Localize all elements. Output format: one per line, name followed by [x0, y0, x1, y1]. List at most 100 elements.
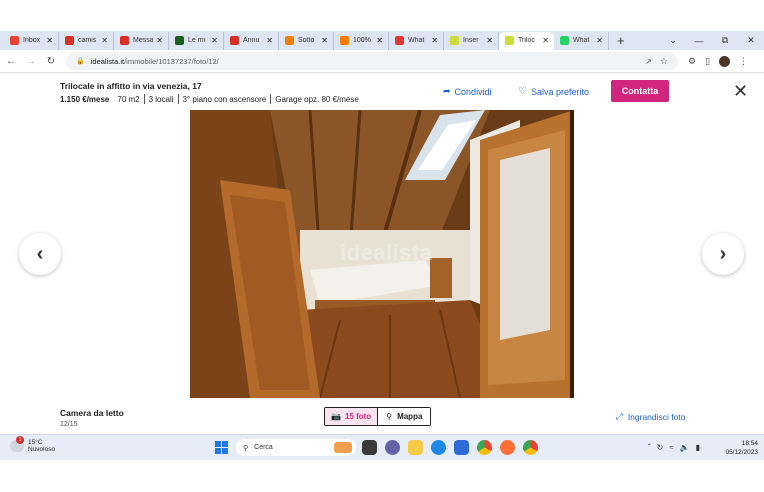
- browser-tab[interactable]: Le mi ✕: [169, 31, 224, 50]
- heart-icon: ♡: [518, 86, 527, 97]
- tab-close-icon[interactable]: ✕: [542, 36, 549, 45]
- weather-condition: Nuvoloso: [28, 446, 56, 453]
- forward-icon[interactable]: →: [22, 56, 40, 67]
- listing-price: 1.150 €/mese: [60, 94, 110, 104]
- store-icon[interactable]: [454, 440, 469, 455]
- tab-label: Inser: [463, 37, 479, 44]
- tab-close-icon[interactable]: ✕: [101, 36, 108, 45]
- taskbar-apps: [362, 440, 538, 455]
- browser-tab[interactable]: Sotto ✕: [279, 31, 334, 50]
- browser-tab[interactable]: Inbox ✕: [4, 31, 59, 50]
- browser-tab[interactable]: Messa ✕: [114, 31, 169, 50]
- chrome-icon[interactable]: [477, 440, 492, 455]
- listing-title[interactable]: Trilocale in affitto in via venezia, 17: [60, 81, 202, 91]
- tab-search-button[interactable]: ⌄: [660, 35, 686, 46]
- sync-icon[interactable]: ↻: [657, 443, 664, 452]
- listing-floor: 3° piano con ascensore: [182, 94, 267, 104]
- previous-photo-button[interactable]: ‹: [19, 233, 61, 275]
- share-button[interactable]: ➦ Condividi: [443, 86, 492, 97]
- edge-icon[interactable]: [431, 440, 446, 455]
- extensions-icon[interactable]: ⚙: [688, 56, 696, 67]
- photo-caption: Camera da letto: [60, 408, 124, 418]
- image-icon: 📷: [331, 412, 341, 421]
- listing-garage: Garage opz. 80 €/mese: [275, 94, 359, 104]
- tab-close-icon[interactable]: ✕: [321, 36, 328, 45]
- window-controls: ⌄ — ⧉ ✕: [660, 31, 764, 50]
- profile-avatar[interactable]: [719, 55, 731, 67]
- tab-label: Sotto: [298, 37, 315, 44]
- chevron-up-icon[interactable]: ˆ: [648, 443, 651, 452]
- photos-tab[interactable]: 📷 15 foto: [325, 408, 379, 425]
- enlarge-label: Ingrandisci foto: [627, 411, 686, 422]
- tab-close-icon[interactable]: ✕: [156, 36, 163, 45]
- idealista-icon: [505, 36, 514, 45]
- task-view-icon[interactable]: [362, 440, 377, 455]
- url-path: /immobile/10137237/foto/12/: [124, 56, 219, 66]
- volume-icon[interactable]: 🔈: [680, 443, 690, 452]
- listing-photo: idealista: [190, 110, 574, 398]
- chrome-alt-icon[interactable]: [523, 440, 538, 455]
- listing-details: 1.150 €/mese 70 m2 3 locali 3° piano con…: [60, 94, 359, 104]
- temperature: 15°C: [28, 439, 43, 446]
- divider: [143, 94, 145, 104]
- lock-icon: 🔒: [76, 58, 85, 65]
- browser-tab[interactable]: camis ✕: [59, 31, 114, 50]
- time: 18:54: [741, 440, 758, 447]
- address-bar: ← → ↻ 🔒 idealista.it/immobile/10137237/f…: [0, 50, 764, 73]
- tab-label: Annu: [243, 37, 260, 44]
- browser-tab[interactable]: Inser ✕: [444, 31, 499, 50]
- notification-badge: 1: [16, 436, 24, 444]
- menu-kebab-icon[interactable]: ⋮: [739, 56, 748, 67]
- taskbar-clock[interactable]: 18:54 05/12/2023: [720, 439, 758, 457]
- firefox-icon[interactable]: [500, 440, 515, 455]
- browser-tab[interactable]: Triloc ✕: [499, 31, 554, 50]
- red-circle-icon: [65, 36, 74, 45]
- browser-tab[interactable]: 100% ✕: [334, 31, 389, 50]
- close-gallery-button[interactable]: ✕: [733, 80, 748, 102]
- map-tab-label: Mappa: [397, 412, 423, 421]
- new-tab-button[interactable]: +: [617, 33, 625, 48]
- browser-tab[interactable]: What ✕: [554, 31, 609, 50]
- tab-close-icon[interactable]: ✕: [376, 36, 383, 45]
- save-favorite-button[interactable]: ♡ Salva preferito: [518, 86, 589, 97]
- taskbar-search[interactable]: ⚲ Cerca: [236, 439, 356, 456]
- windows-start-icon[interactable]: [215, 441, 228, 454]
- battery-icon[interactable]: ▮: [696, 443, 700, 452]
- bookmark-star-icon[interactable]: ☆: [660, 56, 668, 67]
- browser-toolbar-icons: ⚙ ▯ ⋮: [688, 55, 748, 67]
- close-window-button[interactable]: ✕: [738, 35, 764, 46]
- weather-widget[interactable]: 1 15°C Nuvoloso: [10, 436, 56, 453]
- tab-label: camis: [78, 37, 97, 44]
- browser-tab[interactable]: Annu ✕: [224, 31, 279, 50]
- share-page-icon[interactable]: ↗: [645, 57, 652, 66]
- listing-area: 70 m2: [117, 94, 140, 104]
- map-tab[interactable]: ⚲ Mappa: [378, 408, 431, 425]
- tab-close-icon[interactable]: ✕: [486, 36, 493, 45]
- tab-close-icon[interactable]: ✕: [46, 36, 53, 45]
- restore-button[interactable]: ⧉: [712, 35, 738, 46]
- side-panel-icon[interactable]: ▯: [705, 56, 710, 67]
- tab-close-icon[interactable]: ✕: [431, 36, 438, 45]
- file-explorer-icon[interactable]: [408, 440, 423, 455]
- tab-close-icon[interactable]: ✕: [266, 36, 273, 45]
- date: 05/12/2023: [725, 449, 758, 456]
- next-photo-button[interactable]: ›: [702, 233, 744, 275]
- reload-icon[interactable]: ↻: [42, 56, 60, 67]
- enlarge-photo-button[interactable]: ⤢ Ingrandisci foto: [616, 411, 685, 422]
- tab-label: 100%: [353, 37, 371, 44]
- tab-close-icon[interactable]: ✕: [211, 36, 218, 45]
- url-input[interactable]: 🔒 idealista.it/immobile/10137237/foto/12…: [66, 52, 678, 70]
- wifi-icon[interactable]: ≈: [669, 443, 673, 452]
- photo-counter: 12/15: [60, 421, 78, 428]
- tab-label: Inbox: [23, 37, 41, 44]
- photo-watermark: idealista: [340, 240, 433, 265]
- tab-label: Le mi: [188, 37, 206, 44]
- minimize-button[interactable]: —: [686, 36, 712, 46]
- chat-icon[interactable]: [385, 440, 400, 455]
- browser-tab[interactable]: What ✕: [389, 31, 444, 50]
- tab-close-icon[interactable]: ✕: [596, 36, 603, 45]
- idealista-icon: [450, 36, 459, 45]
- back-icon[interactable]: ←: [2, 56, 20, 67]
- contact-button[interactable]: Contatta: [611, 80, 669, 102]
- gmail-icon: [10, 36, 19, 45]
